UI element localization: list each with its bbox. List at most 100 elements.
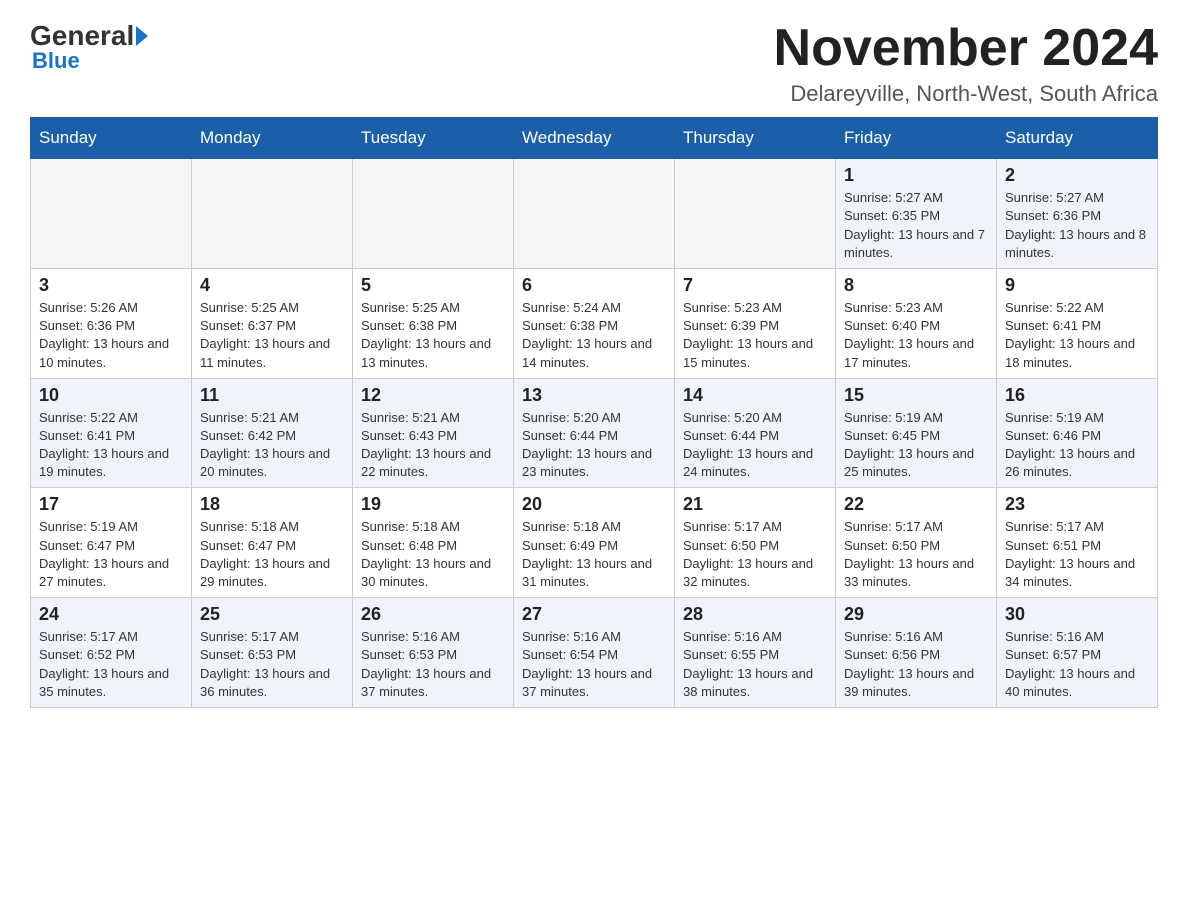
month-title: November 2024 <box>774 20 1158 77</box>
calendar-cell: 18 Sunrise: 5:18 AMSunset: 6:47 PMDayligh… <box>192 488 353 598</box>
day-info: Sunrise: 5:26 AMSunset: 6:36 PMDaylight:… <box>39 299 183 372</box>
day-info: Sunrise: 5:16 AMSunset: 6:55 PMDaylight:… <box>683 628 827 701</box>
day-info: Sunrise: 5:17 AMSunset: 6:52 PMDaylight:… <box>39 628 183 701</box>
day-info: Sunrise: 5:18 AMSunset: 6:47 PMDaylight:… <box>200 518 344 591</box>
calendar-cell: 14 Sunrise: 5:20 AMSunset: 6:44 PMDayligh… <box>675 378 836 488</box>
day-info: Sunrise: 5:27 AMSunset: 6:36 PMDaylight:… <box>1005 189 1149 262</box>
day-number: 3 <box>39 275 183 296</box>
calendar-cell: 4 Sunrise: 5:25 AMSunset: 6:37 PMDaylight… <box>192 268 353 378</box>
calendar-cell: 11 Sunrise: 5:21 AMSunset: 6:42 PMDayligh… <box>192 378 353 488</box>
header-wednesday: Wednesday <box>514 118 675 159</box>
calendar-cell: 24 Sunrise: 5:17 AMSunset: 6:52 PMDayligh… <box>31 598 192 708</box>
day-info: Sunrise: 5:20 AMSunset: 6:44 PMDaylight:… <box>683 409 827 482</box>
calendar-cell <box>675 159 836 269</box>
day-number: 2 <box>1005 165 1149 186</box>
calendar-cell <box>514 159 675 269</box>
day-info: Sunrise: 5:23 AMSunset: 6:39 PMDaylight:… <box>683 299 827 372</box>
calendar-cell: 5Sunrise: 5:25 AMSunset: 6:38 PMDaylight… <box>353 268 514 378</box>
day-info: Sunrise: 5:17 AMSunset: 6:50 PMDaylight:… <box>844 518 988 591</box>
calendar-week-row: 17 Sunrise: 5:19 AMSunset: 6:47 PMDayligh… <box>31 488 1158 598</box>
calendar-cell: 25 Sunrise: 5:17 AMSunset: 6:53 PMDayligh… <box>192 598 353 708</box>
calendar-cell <box>353 159 514 269</box>
calendar-header-row: SundayMondayTuesdayWednesdayThursdayFrid… <box>31 118 1158 159</box>
calendar-cell: 17 Sunrise: 5:19 AMSunset: 6:47 PMDayligh… <box>31 488 192 598</box>
calendar-cell: 2 Sunrise: 5:27 AMSunset: 6:36 PMDaylight… <box>997 159 1158 269</box>
day-number: 17 <box>39 494 183 515</box>
calendar-week-row: 10 Sunrise: 5:22 AMSunset: 6:41 PMDayligh… <box>31 378 1158 488</box>
day-info: Sunrise: 5:23 AMSunset: 6:40 PMDaylight:… <box>844 299 988 372</box>
day-info: Sunrise: 5:22 AMSunset: 6:41 PMDaylight:… <box>1005 299 1149 372</box>
day-number: 22 <box>844 494 988 515</box>
header-thursday: Thursday <box>675 118 836 159</box>
logo-blue-part <box>134 26 152 46</box>
day-number: 21 <box>683 494 827 515</box>
header-saturday: Saturday <box>997 118 1158 159</box>
calendar-cell: 19Sunrise: 5:18 AMSunset: 6:48 PMDayligh… <box>353 488 514 598</box>
day-number: 30 <box>1005 604 1149 625</box>
header-tuesday: Tuesday <box>353 118 514 159</box>
calendar-cell: 15Sunrise: 5:19 AMSunset: 6:45 PMDayligh… <box>836 378 997 488</box>
day-info: Sunrise: 5:19 AMSunset: 6:46 PMDaylight:… <box>1005 409 1149 482</box>
calendar-cell: 30 Sunrise: 5:16 AMSunset: 6:57 PMDayligh… <box>997 598 1158 708</box>
header-monday: Monday <box>192 118 353 159</box>
calendar-week-row: 3 Sunrise: 5:26 AMSunset: 6:36 PMDaylight… <box>31 268 1158 378</box>
day-info: Sunrise: 5:16 AMSunset: 6:57 PMDaylight:… <box>1005 628 1149 701</box>
calendar-week-row: 1Sunrise: 5:27 AMSunset: 6:35 PMDaylight… <box>31 159 1158 269</box>
day-number: 18 <box>200 494 344 515</box>
day-number: 29 <box>844 604 988 625</box>
title-block: November 2024 Delareyville, North-West, … <box>774 20 1158 107</box>
day-info: Sunrise: 5:27 AMSunset: 6:35 PMDaylight:… <box>844 189 988 262</box>
day-info: Sunrise: 5:19 AMSunset: 6:47 PMDaylight:… <box>39 518 183 591</box>
day-info: Sunrise: 5:24 AMSunset: 6:38 PMDaylight:… <box>522 299 666 372</box>
day-number: 16 <box>1005 385 1149 406</box>
day-number: 9 <box>1005 275 1149 296</box>
day-info: Sunrise: 5:25 AMSunset: 6:37 PMDaylight:… <box>200 299 344 372</box>
calendar-cell: 21Sunrise: 5:17 AMSunset: 6:50 PMDayligh… <box>675 488 836 598</box>
day-number: 23 <box>1005 494 1149 515</box>
calendar-table: SundayMondayTuesdayWednesdayThursdayFrid… <box>30 117 1158 708</box>
calendar-cell: 23Sunrise: 5:17 AMSunset: 6:51 PMDayligh… <box>997 488 1158 598</box>
calendar-cell: 27 Sunrise: 5:16 AMSunset: 6:54 PMDayligh… <box>514 598 675 708</box>
day-number: 19 <box>361 494 505 515</box>
page-header: General Blue November 2024 Delareyville,… <box>30 20 1158 107</box>
day-info: Sunrise: 5:16 AMSunset: 6:54 PMDaylight:… <box>522 628 666 701</box>
calendar-cell: 7 Sunrise: 5:23 AMSunset: 6:39 PMDaylight… <box>675 268 836 378</box>
day-number: 27 <box>522 604 666 625</box>
day-info: Sunrise: 5:22 AMSunset: 6:41 PMDaylight:… <box>39 409 183 482</box>
day-info: Sunrise: 5:17 AMSunset: 6:53 PMDaylight:… <box>200 628 344 701</box>
calendar-cell: 22 Sunrise: 5:17 AMSunset: 6:50 PMDayligh… <box>836 488 997 598</box>
calendar-cell <box>192 159 353 269</box>
day-number: 24 <box>39 604 183 625</box>
calendar-cell: 12Sunrise: 5:21 AMSunset: 6:43 PMDayligh… <box>353 378 514 488</box>
day-info: Sunrise: 5:16 AMSunset: 6:56 PMDaylight:… <box>844 628 988 701</box>
day-info: Sunrise: 5:21 AMSunset: 6:43 PMDaylight:… <box>361 409 505 482</box>
day-number: 28 <box>683 604 827 625</box>
calendar-cell: 29 Sunrise: 5:16 AMSunset: 6:56 PMDayligh… <box>836 598 997 708</box>
day-info: Sunrise: 5:25 AMSunset: 6:38 PMDaylight:… <box>361 299 505 372</box>
day-number: 20 <box>522 494 666 515</box>
logo: General Blue <box>30 20 152 74</box>
day-info: Sunrise: 5:20 AMSunset: 6:44 PMDaylight:… <box>522 409 666 482</box>
day-number: 11 <box>200 385 344 406</box>
day-number: 15 <box>844 385 988 406</box>
calendar-cell: 6 Sunrise: 5:24 AMSunset: 6:38 PMDaylight… <box>514 268 675 378</box>
day-number: 8 <box>844 275 988 296</box>
calendar-week-row: 24 Sunrise: 5:17 AMSunset: 6:52 PMDayligh… <box>31 598 1158 708</box>
calendar-cell: 3 Sunrise: 5:26 AMSunset: 6:36 PMDaylight… <box>31 268 192 378</box>
calendar-cell: 8 Sunrise: 5:23 AMSunset: 6:40 PMDaylight… <box>836 268 997 378</box>
calendar-cell: 26Sunrise: 5:16 AMSunset: 6:53 PMDayligh… <box>353 598 514 708</box>
header-friday: Friday <box>836 118 997 159</box>
day-number: 13 <box>522 385 666 406</box>
day-number: 7 <box>683 275 827 296</box>
logo-arrow-icon <box>136 26 148 46</box>
day-info: Sunrise: 5:16 AMSunset: 6:53 PMDaylight:… <box>361 628 505 701</box>
header-sunday: Sunday <box>31 118 192 159</box>
logo-blue-text: Blue <box>32 48 80 74</box>
calendar-cell: 13 Sunrise: 5:20 AMSunset: 6:44 PMDayligh… <box>514 378 675 488</box>
day-number: 14 <box>683 385 827 406</box>
day-number: 25 <box>200 604 344 625</box>
day-number: 10 <box>39 385 183 406</box>
day-info: Sunrise: 5:21 AMSunset: 6:42 PMDaylight:… <box>200 409 344 482</box>
day-number: 4 <box>200 275 344 296</box>
day-number: 6 <box>522 275 666 296</box>
